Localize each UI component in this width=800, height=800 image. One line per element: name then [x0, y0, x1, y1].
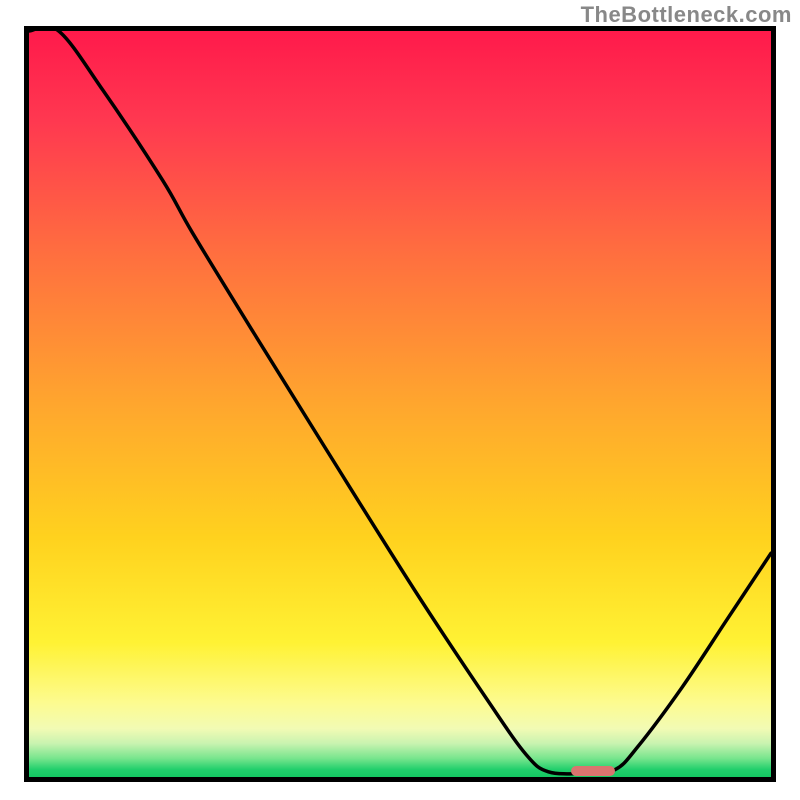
plot-area [24, 26, 776, 782]
watermark-text: TheBottleneck.com [581, 2, 792, 28]
bottleneck-chart: TheBottleneck.com [0, 0, 800, 800]
optimum-marker [571, 766, 616, 776]
bottleneck-curve [29, 31, 771, 777]
